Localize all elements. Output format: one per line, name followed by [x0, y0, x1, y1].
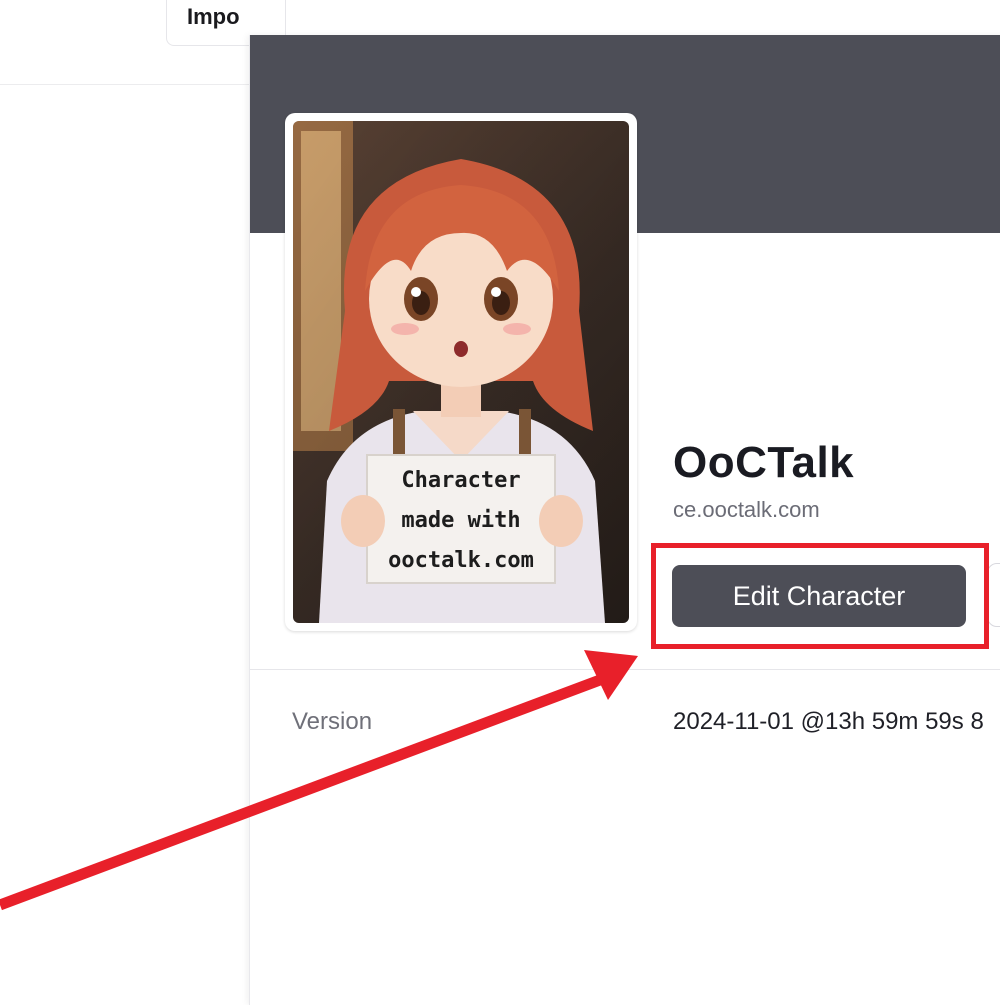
character-avatar-card[interactable]: Character made with ooctalk.com [285, 113, 637, 631]
character-name: OoCTalk [673, 438, 855, 487]
details-divider [250, 669, 1000, 670]
edit-character-button[interactable]: Edit Character [672, 565, 966, 627]
background-divider [0, 84, 250, 85]
avatar-sign-line-3: ooctalk.com [388, 548, 534, 573]
version-label: Version [292, 708, 373, 735]
avatar-sign-line-2: made with [401, 508, 520, 533]
avatar-sign-line-1: Character [401, 468, 520, 493]
character-site: ce.ooctalk.com [673, 497, 820, 522]
background-page [0, 0, 250, 1000]
secondary-action-button[interactable] [987, 563, 1000, 627]
import-tab-label: Impo [187, 4, 240, 29]
character-avatar-image: Character made with ooctalk.com [293, 121, 629, 623]
avatar-illustration: Character made with ooctalk.com [293, 121, 629, 623]
character-panel: Character made with ooctalk.com OoCTalk … [249, 35, 1000, 1005]
version-value: 2024-11-01 @13h 59m 59s 8 [673, 708, 984, 735]
